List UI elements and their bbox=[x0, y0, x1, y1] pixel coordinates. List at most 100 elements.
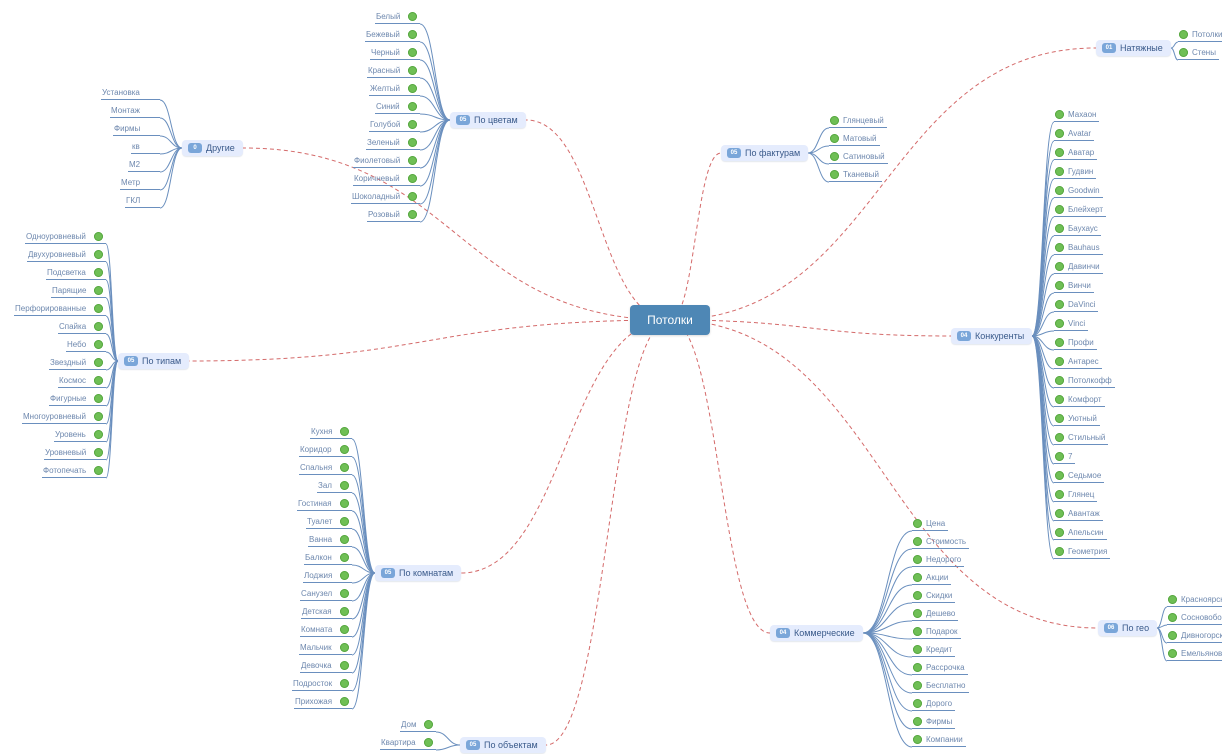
leaf-tipy-7[interactable]: Звездный bbox=[49, 358, 106, 370]
branch-geo[interactable]: 06По гео bbox=[1098, 620, 1157, 636]
leaf-konkurenty-9[interactable]: Винчи bbox=[1054, 281, 1094, 293]
leaf-tipy-10[interactable]: Многоуровневый bbox=[22, 412, 106, 424]
leaf-geo-1[interactable]: Сосновоборск bbox=[1167, 613, 1222, 625]
leaf-konkurenty-2[interactable]: Аватар bbox=[1054, 148, 1097, 160]
branch-drugie[interactable]: 0Другие bbox=[182, 140, 243, 156]
leaf-konkurenty-22[interactable]: Апельсин bbox=[1054, 528, 1107, 540]
leaf-kommerch-5[interactable]: Дешево bbox=[912, 609, 958, 621]
leaf-geo-2[interactable]: Дивногорск bbox=[1167, 631, 1222, 643]
leaf-faktury-3[interactable]: Тканевый bbox=[829, 170, 882, 182]
leaf-objekty-0[interactable]: Дом bbox=[400, 720, 436, 732]
leaf-konkurenty-11[interactable]: Vinci bbox=[1054, 319, 1088, 331]
leaf-kommerch-1[interactable]: Стоимость bbox=[912, 537, 969, 549]
leaf-konkurenty-14[interactable]: Потолкофф bbox=[1054, 376, 1115, 388]
leaf-konkurenty-23[interactable]: Геометрия bbox=[1054, 547, 1110, 559]
leaf-komnaty-14[interactable]: Подросток bbox=[292, 679, 352, 691]
leaf-geo-0[interactable]: Красноярск bbox=[1167, 595, 1222, 607]
leaf-komnaty-2[interactable]: Спальня bbox=[299, 463, 352, 475]
root-node[interactable]: Потолки bbox=[630, 305, 710, 335]
leaf-kommerch-6[interactable]: Подарок bbox=[912, 627, 961, 639]
leaf-kommerch-8[interactable]: Рассрочка bbox=[912, 663, 968, 675]
leaf-natyazhnye-1[interactable]: Стены bbox=[1178, 48, 1219, 60]
leaf-cveta-5[interactable]: Синий bbox=[375, 102, 420, 114]
leaf-tipy-9[interactable]: Фигурные bbox=[49, 394, 106, 406]
leaf-faktury-2[interactable]: Сатиновый bbox=[829, 152, 888, 164]
leaf-komnaty-0[interactable]: Кухня bbox=[310, 427, 352, 439]
leaf-tipy-4[interactable]: Перфорированные bbox=[14, 304, 106, 316]
leaf-konkurenty-20[interactable]: Глянец bbox=[1054, 490, 1097, 502]
leaf-tipy-0[interactable]: Одноуровневый bbox=[25, 232, 106, 244]
leaf-drugie-3[interactable]: кв bbox=[131, 142, 160, 154]
leaf-konkurenty-3[interactable]: Гудвин bbox=[1054, 167, 1096, 179]
leaf-konkurenty-19[interactable]: Седьмое bbox=[1054, 471, 1104, 483]
leaf-komnaty-6[interactable]: Ванна bbox=[308, 535, 352, 547]
leaf-komnaty-8[interactable]: Лоджия bbox=[303, 571, 352, 583]
leaf-faktury-0[interactable]: Глянцевый bbox=[829, 116, 887, 128]
leaf-kommerch-2[interactable]: Недорого bbox=[912, 555, 964, 567]
leaf-konkurenty-21[interactable]: Авантаж bbox=[1054, 509, 1103, 521]
leaf-drugie-6[interactable]: ГКЛ bbox=[125, 196, 160, 208]
leaf-komnaty-12[interactable]: Мальчик bbox=[299, 643, 352, 655]
leaf-drugie-1[interactable]: Монтаж bbox=[110, 106, 160, 118]
leaf-konkurenty-0[interactable]: Махаон bbox=[1054, 110, 1099, 122]
leaf-komnaty-4[interactable]: Гостиная bbox=[297, 499, 352, 511]
leaf-tipy-5[interactable]: Спайка bbox=[58, 322, 106, 334]
leaf-cveta-4[interactable]: Желтый bbox=[369, 84, 420, 96]
leaf-konkurenty-10[interactable]: DaVinci bbox=[1054, 300, 1098, 312]
leaf-konkurenty-5[interactable]: Блейхерт bbox=[1054, 205, 1106, 217]
leaf-kommerch-11[interactable]: Фирмы bbox=[912, 717, 955, 729]
leaf-konkurenty-7[interactable]: Bauhaus bbox=[1054, 243, 1103, 255]
leaf-konkurenty-17[interactable]: Стильный bbox=[1054, 433, 1108, 445]
leaf-kommerch-10[interactable]: Дорого bbox=[912, 699, 955, 711]
leaf-kommerch-3[interactable]: Акции bbox=[912, 573, 951, 585]
leaf-natyazhnye-0[interactable]: Потолки bbox=[1178, 30, 1222, 42]
leaf-kommerch-4[interactable]: Скидки bbox=[912, 591, 955, 603]
branch-konkurenty[interactable]: 04Конкуренты bbox=[951, 328, 1032, 344]
leaf-tipy-2[interactable]: Подсветка bbox=[46, 268, 106, 280]
branch-komnaty[interactable]: 05По комнатам bbox=[375, 565, 461, 581]
leaf-tipy-12[interactable]: Уровневый bbox=[44, 448, 106, 460]
leaf-drugie-0[interactable]: Установка bbox=[101, 88, 160, 100]
leaf-komnaty-10[interactable]: Детская bbox=[301, 607, 352, 619]
leaf-tipy-8[interactable]: Космос bbox=[58, 376, 106, 388]
leaf-cveta-2[interactable]: Черный bbox=[370, 48, 420, 60]
leaf-konkurenty-4[interactable]: Goodwin bbox=[1054, 186, 1103, 198]
branch-cveta[interactable]: 05По цветам bbox=[450, 112, 526, 128]
leaf-kommerch-7[interactable]: Кредит bbox=[912, 645, 955, 657]
leaf-konkurenty-15[interactable]: Комфорт bbox=[1054, 395, 1105, 407]
leaf-konkurenty-13[interactable]: Антарес bbox=[1054, 357, 1102, 369]
leaf-tipy-13[interactable]: Фотопечать bbox=[42, 466, 106, 478]
leaf-cveta-11[interactable]: Розовый bbox=[367, 210, 420, 222]
leaf-tipy-3[interactable]: Парящие bbox=[51, 286, 106, 298]
leaf-komnaty-1[interactable]: Коридор bbox=[299, 445, 352, 457]
leaf-cveta-7[interactable]: Зеленый bbox=[366, 138, 420, 150]
leaf-konkurenty-18[interactable]: 7 bbox=[1054, 452, 1075, 464]
branch-objekty[interactable]: 05По объектам bbox=[460, 737, 546, 753]
leaf-konkurenty-6[interactable]: Баухаус bbox=[1054, 224, 1101, 236]
leaf-tipy-6[interactable]: Небо bbox=[66, 340, 106, 352]
leaf-konkurenty-16[interactable]: Уютный bbox=[1054, 414, 1100, 426]
leaf-komnaty-11[interactable]: Комната bbox=[300, 625, 352, 637]
leaf-komnaty-15[interactable]: Прихожая bbox=[294, 697, 352, 709]
leaf-geo-3[interactable]: Емельяново bbox=[1167, 649, 1222, 661]
leaf-konkurenty-12[interactable]: Профи bbox=[1054, 338, 1097, 350]
leaf-cveta-8[interactable]: Фиолетовый bbox=[353, 156, 420, 168]
leaf-kommerch-0[interactable]: Цена bbox=[912, 519, 948, 531]
leaf-cveta-10[interactable]: Шоколадный bbox=[351, 192, 420, 204]
leaf-drugie-4[interactable]: М2 bbox=[128, 160, 160, 172]
leaf-cveta-0[interactable]: Белый bbox=[375, 12, 420, 24]
leaf-drugie-5[interactable]: Метр bbox=[120, 178, 160, 190]
leaf-konkurenty-1[interactable]: Avatar bbox=[1054, 129, 1094, 141]
leaf-kommerch-12[interactable]: Компании bbox=[912, 735, 966, 747]
leaf-cveta-6[interactable]: Голубой bbox=[369, 120, 420, 132]
leaf-tipy-11[interactable]: Уровень bbox=[54, 430, 106, 442]
leaf-cveta-3[interactable]: Красный bbox=[367, 66, 420, 78]
leaf-cveta-1[interactable]: Бежевый bbox=[365, 30, 420, 42]
leaf-komnaty-9[interactable]: Санузел bbox=[300, 589, 352, 601]
leaf-komnaty-5[interactable]: Туалет bbox=[306, 517, 352, 529]
leaf-komnaty-13[interactable]: Девочка bbox=[300, 661, 352, 673]
leaf-objekty-1[interactable]: Квартира bbox=[380, 738, 436, 750]
leaf-komnaty-3[interactable]: Зал bbox=[317, 481, 352, 493]
branch-faktury[interactable]: 05По фактурам bbox=[721, 145, 808, 161]
branch-tipy[interactable]: 05По типам bbox=[118, 353, 189, 369]
